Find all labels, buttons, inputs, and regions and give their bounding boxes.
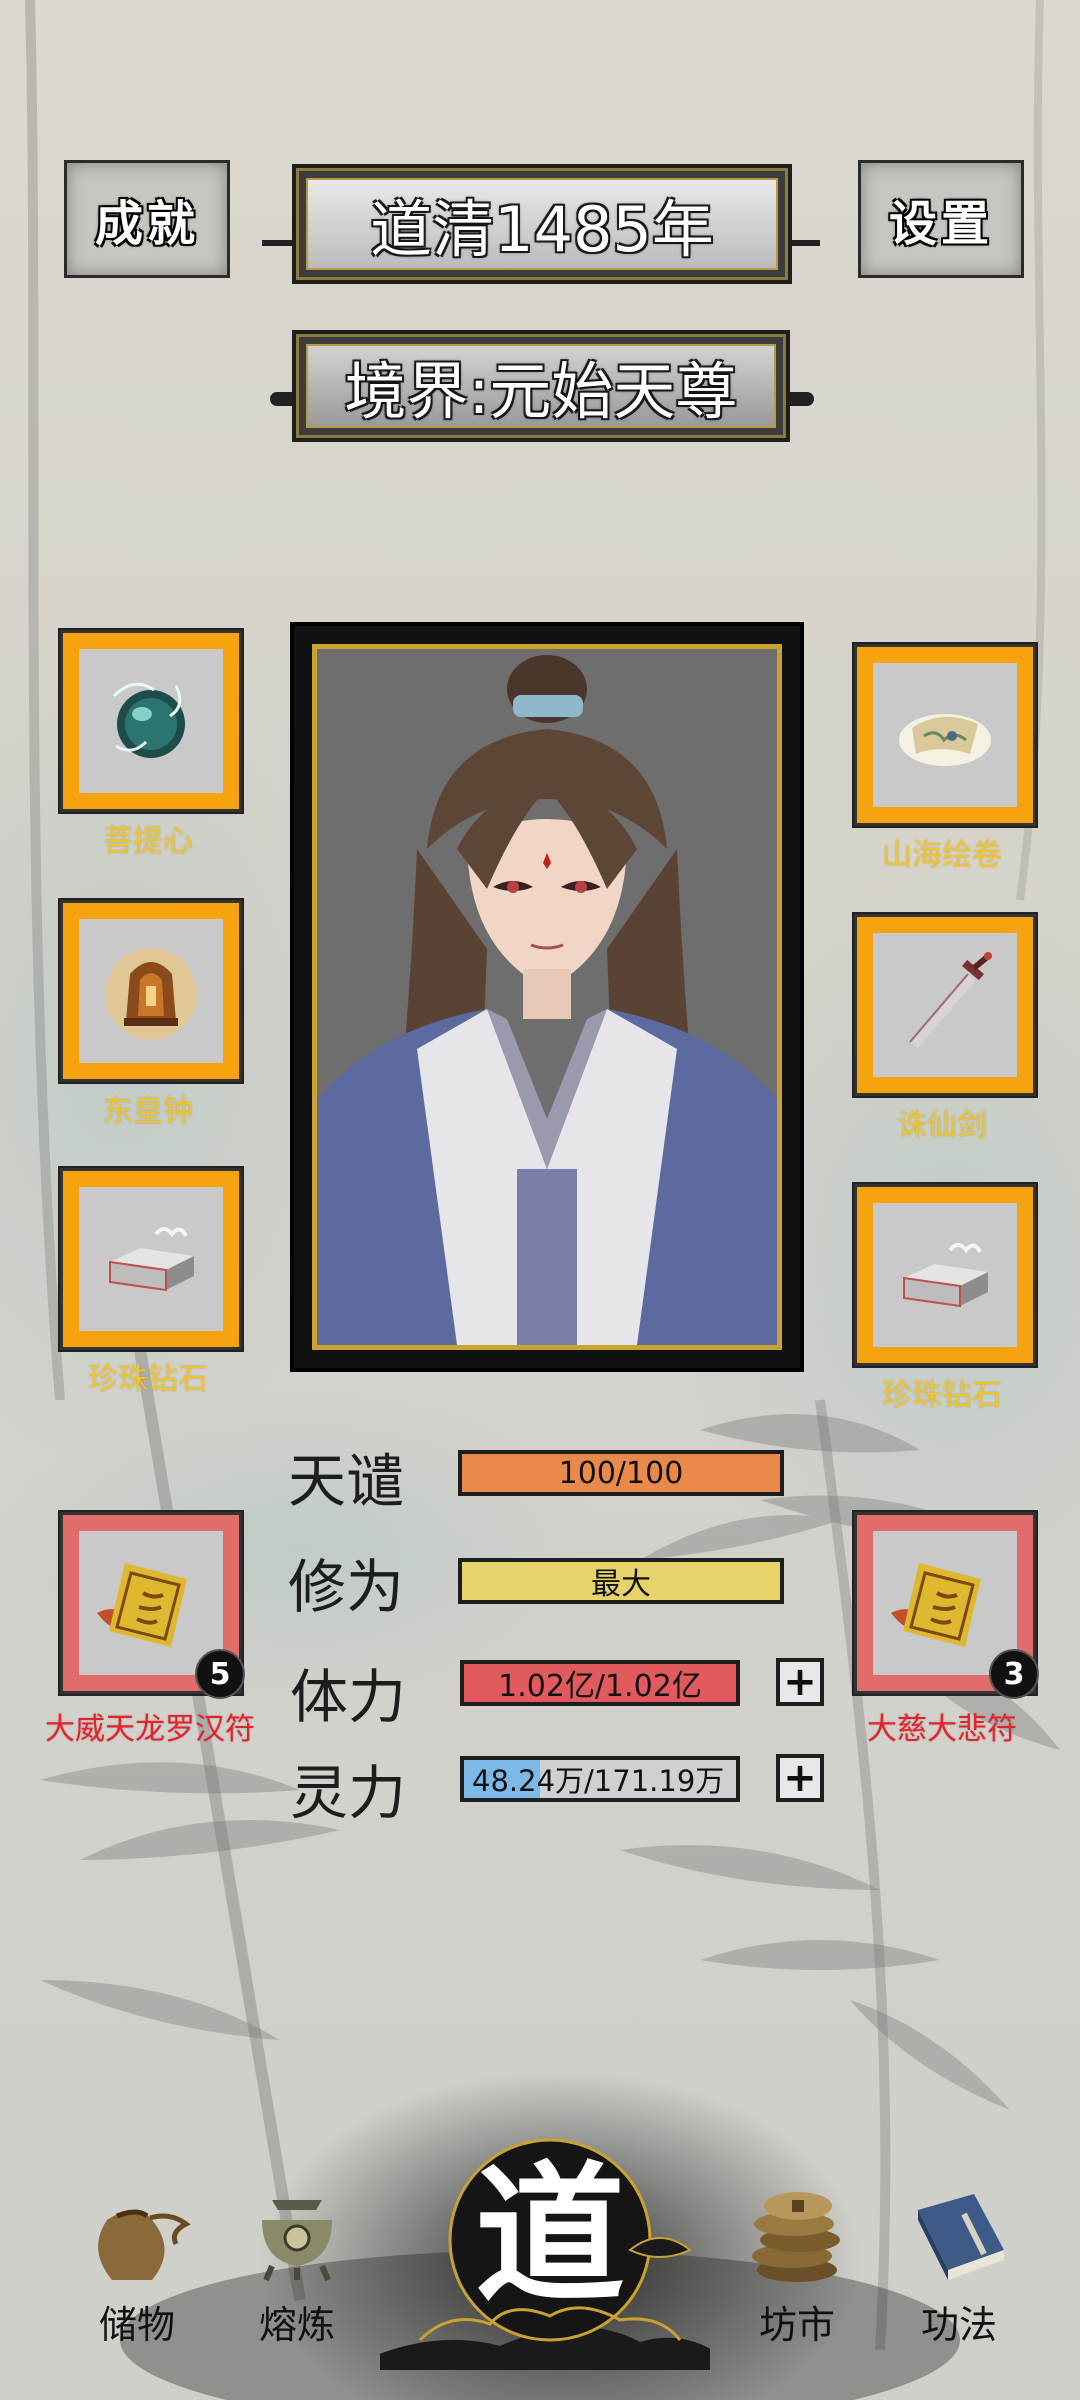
talisman-count-right: 3 [989, 1649, 1039, 1699]
realm-text: 境界:元始天尊 [344, 355, 738, 428]
character-portrait [312, 644, 782, 1350]
equip-label-right-3: 珍珠钻石 [882, 1378, 1002, 1413]
character-portrait-frame[interactable] [290, 622, 804, 1372]
stat-label-tianqian: 天谴 [288, 1447, 405, 1515]
talisman-count-left: 5 [195, 1649, 245, 1699]
realm-banner: 境界:元始天尊 [292, 330, 790, 442]
book-icon [918, 2194, 1004, 2280]
nav-market-label: 坊市 [758, 2303, 835, 2347]
talisman-slot-right[interactable]: 3 [854, 1512, 1039, 1699]
stone-block-icon [903, 1243, 988, 1308]
bodhi-orb-icon [112, 682, 185, 758]
lingli-bar: 48.24万/171.19万 [460, 1756, 740, 1802]
equip-label-right-2: 诛仙剑 [897, 1108, 987, 1143]
nav-market[interactable]: 坊市 [722, 2180, 872, 2349]
talisman-icon [97, 1563, 187, 1647]
equip-slot-right-2[interactable] [854, 914, 1036, 1096]
stat-label-tili: 体力 [290, 1663, 407, 1731]
scroll-map-icon [899, 714, 991, 766]
dao-button[interactable]: 道 [374, 2120, 716, 2370]
bell-icon [105, 948, 197, 1040]
coin-stack-icon [752, 2192, 840, 2282]
sword-icon [909, 952, 992, 1048]
talisman-icon [891, 1563, 981, 1647]
pouch-icon [98, 2209, 191, 2280]
stat-label-xiuwei: 修为 [288, 1553, 405, 1621]
achievements-label: 成就 [94, 196, 199, 252]
tili-value: 1.02亿/1.02亿 [498, 1669, 702, 1702]
equip-slot-right-1[interactable] [854, 644, 1036, 826]
equip-slot-right-3[interactable] [854, 1184, 1036, 1366]
stone-block-icon [109, 1227, 194, 1292]
equip-label-left-1: 菩提心 [103, 824, 193, 859]
dao-label: 道 [474, 2147, 625, 2323]
tianqian-value: 100/100 [558, 1455, 684, 1491]
xiuwei-bar: 最大 [458, 1558, 784, 1604]
tili-add-button[interactable]: + [776, 1658, 824, 1706]
nav-storage[interactable]: 储物 [62, 2180, 212, 2349]
nav-smelting-label: 熔炼 [258, 2303, 335, 2347]
nav-smelting[interactable]: 熔炼 [222, 2180, 372, 2349]
equip-slot-left-3[interactable] [60, 1168, 242, 1350]
lingli-value: 48.24万/171.19万 [472, 1764, 725, 1798]
cultivator-portrait [317, 649, 777, 1345]
tili-bar: 1.02亿/1.02亿 [460, 1660, 740, 1706]
equip-slot-left-2[interactable] [60, 900, 242, 1082]
xiuwei-value: 最大 [591, 1567, 651, 1600]
stat-label-lingli: 灵力 [290, 1759, 407, 1827]
talisman-slot-left[interactable]: 5 [60, 1512, 245, 1699]
equip-label-left-3: 珍珠钻石 [88, 1362, 208, 1397]
nav-skills-label: 功法 [920, 2303, 997, 2347]
lingli-add-button[interactable]: + [776, 1754, 824, 1802]
equip-slot-left-1[interactable] [60, 630, 242, 812]
achievements-button[interactable]: 成就 [64, 160, 230, 278]
year-text: 道清1485年 [370, 193, 714, 266]
year-banner: 道清1485年 [292, 164, 792, 284]
nav-skills[interactable]: 功法 [884, 2180, 1034, 2349]
tianqian-bar: 100/100 [458, 1450, 784, 1496]
talisman-label-left: 大威天龙罗汉符 [45, 1712, 255, 1747]
equip-label-right-1: 山海绘卷 [882, 838, 1002, 873]
equip-label-left-2: 东皇钟 [103, 1094, 193, 1129]
settings-button[interactable]: 设置 [858, 160, 1024, 278]
settings-label: 设置 [888, 196, 993, 252]
cauldron-icon [262, 2200, 332, 2282]
talisman-label-right: 大慈大悲符 [867, 1712, 1017, 1747]
nav-storage-label: 储物 [98, 2303, 175, 2347]
